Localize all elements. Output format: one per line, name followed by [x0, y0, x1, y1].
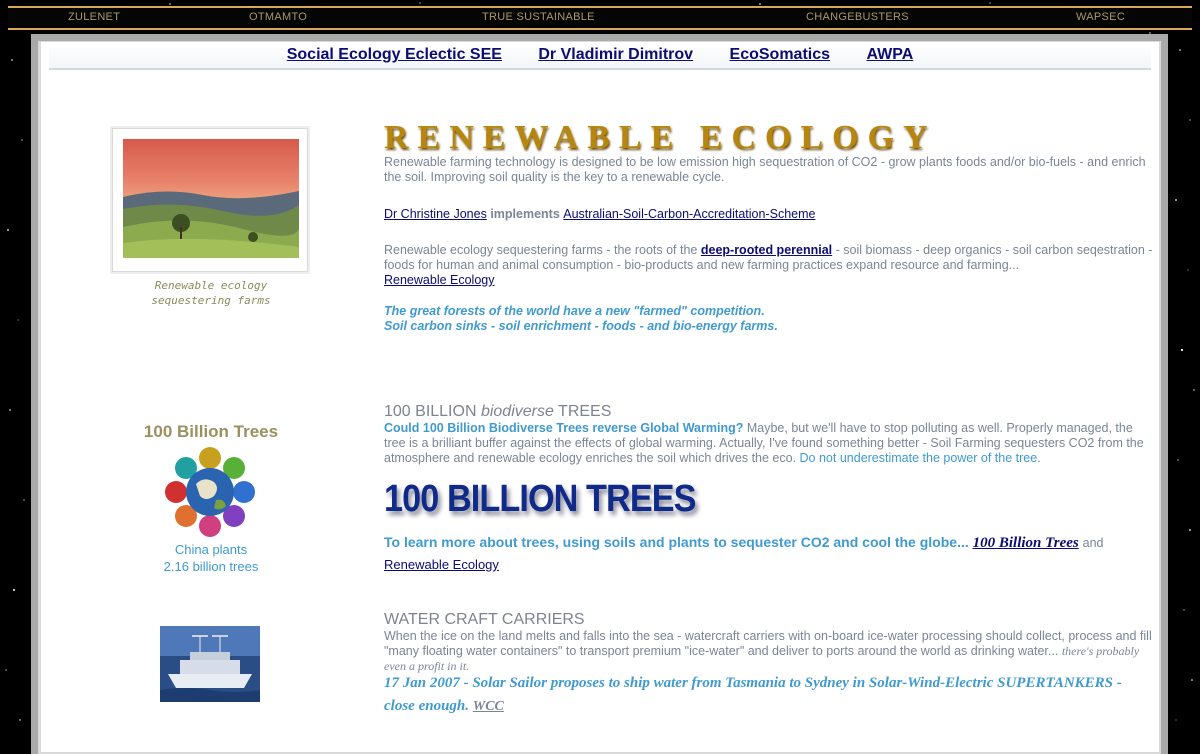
forests-block: The great forests of the world have a ne…	[384, 304, 1154, 334]
nav-link-ecosomatics[interactable]: EcoSomatics	[730, 46, 830, 64]
caption-line-2: sequestering farms	[151, 294, 271, 307]
link-wcc[interactable]: WCC	[473, 699, 504, 714]
link-renewable-ecology[interactable]: Renewable Ecology	[384, 273, 495, 287]
top-link-wapsec[interactable]: WAPSEC	[1076, 11, 1125, 23]
trees-heading-c: TREES	[558, 403, 612, 420]
water-paragraph: When the ice on the land melts and falls…	[384, 629, 1154, 674]
content-page: Social Ecology Eclectic SEE Dr Vladimir …	[41, 42, 1159, 752]
nav-link-awpa[interactable]: AWPA	[866, 46, 913, 64]
forests-line-1: The great forests of the world have a ne…	[384, 304, 765, 318]
renewable-ecology-title: RENEWABLE ECOLOGY	[384, 119, 937, 156]
caption-line-1: Renewable ecology	[154, 279, 268, 292]
trees-heading: 100 BILLION biodiverse TREES	[384, 403, 1154, 421]
trees-question: Could 100 Billion Biodiverse Trees rever…	[384, 421, 744, 435]
china-line-1: China plants	[174, 542, 248, 557]
farm-landscape-image[interactable]	[123, 139, 299, 258]
china-trees-note: China plants 2.16 billion trees	[41, 541, 381, 575]
top-link-changebusters[interactable]: CHANGEBUSTERS	[806, 11, 909, 23]
link-soil-carbon-scheme[interactable]: Australian-Soil-Carbon-Accreditation-Sch…	[563, 207, 815, 221]
learn-text: To learn more about trees, using soils a…	[384, 534, 969, 550]
jones-line: Dr Christine Jones implements Australian…	[384, 207, 1154, 222]
water-body: When the ice on the land melts and falls…	[384, 629, 1152, 658]
nav-link-vladimir-dimitrov[interactable]: Dr Vladimir Dimitrov	[538, 46, 693, 64]
link-deep-rooted-perennial[interactable]: deep-rooted perennial	[701, 243, 832, 257]
learn-more-line: To learn more about trees, using soils a…	[384, 532, 1154, 575]
water-carrier-ship-image[interactable]	[160, 626, 260, 702]
farm-photo-caption: Renewable ecology sequestering farms	[41, 278, 381, 308]
farm-photo-frame	[112, 128, 308, 272]
globe-flowers-image[interactable]	[162, 444, 258, 540]
top-link-zulenet[interactable]: ZULENET	[68, 11, 120, 23]
water-heading: WATER CRAFT CARRIERS	[384, 611, 585, 628]
link-christine-jones[interactable]: Dr Christine Jones	[384, 207, 487, 221]
top-link-true-sustainable[interactable]: TRUE SUSTAINABLE	[482, 11, 595, 23]
and-text: and	[1082, 536, 1104, 550]
implements-text: implements	[490, 207, 560, 221]
water-news: 17 Jan 2007 - Solar Sailor proposes to s…	[384, 672, 1154, 718]
trees-heading-a: 100 BILLION	[384, 403, 477, 420]
nav-link-social-ecology[interactable]: Social Ecology Eclectic SEE	[287, 46, 502, 64]
top-link-otmamto[interactable]: OTMAMTO	[249, 11, 307, 23]
trees-banner: 100 BILLION TREES	[384, 478, 696, 520]
trees-paragraph: Could 100 Billion Biodiverse Trees rever…	[384, 421, 1154, 466]
trees-heading-b: biodiverse	[480, 403, 554, 420]
farms-paragraph: Renewable ecology sequestering farms - t…	[384, 243, 1154, 288]
china-line-2: 2.16 billion trees	[163, 559, 259, 574]
link-renewable-ecology-2[interactable]: Renewable Ecology	[384, 557, 499, 572]
forests-line-2: Soil carbon sinks - soil enrichment - fo…	[384, 319, 778, 333]
renewable-intro: Renewable farming technology is designed…	[384, 155, 1146, 184]
site-nav: Social Ecology Eclectic SEE Dr Vladimir …	[49, 42, 1151, 70]
top-link-bar: ZULENET OTMAMTO TRUE SUSTAINABLE CHANGEB…	[8, 6, 1192, 30]
link-100-billion-trees[interactable]: 100 Billion Trees	[973, 535, 1079, 551]
trees-underestimate: Do not underestimate the power of the tr…	[799, 451, 1041, 465]
sidebar-trees-title: 100 Billion Trees	[143, 422, 279, 441]
farms-text-a: Renewable ecology sequestering farms - t…	[384, 243, 698, 257]
renewable-intro-block: Renewable farming technology is designed…	[384, 155, 1154, 185]
